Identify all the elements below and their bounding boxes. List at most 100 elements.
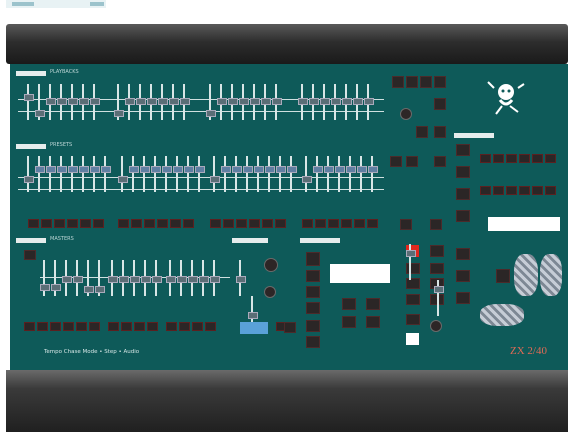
flash-button[interactable] — [354, 219, 365, 228]
flash-button[interactable] — [67, 219, 78, 228]
cluster-button[interactable] — [420, 76, 432, 88]
master-fader[interactable] — [62, 260, 72, 296]
preset-fader[interactable] — [368, 156, 378, 192]
flash-button[interactable] — [131, 219, 142, 228]
window-tab[interactable] — [12, 2, 34, 6]
preset-fader[interactable] — [232, 156, 242, 192]
cluster-button[interactable] — [434, 98, 446, 110]
fixture-select-button[interactable] — [506, 186, 517, 195]
flash-button[interactable] — [341, 219, 352, 228]
trackball-icon[interactable] — [480, 304, 524, 326]
preset-fader[interactable] — [324, 156, 334, 192]
preset-fader[interactable] — [101, 156, 111, 192]
master-flash-button[interactable] — [37, 322, 48, 331]
master-fader[interactable] — [95, 260, 105, 296]
preset-fader[interactable] — [35, 156, 45, 192]
fixture-button[interactable] — [456, 248, 470, 260]
flash-button[interactable] — [170, 219, 181, 228]
preset-fader[interactable] — [173, 156, 183, 192]
preset-fader[interactable] — [221, 156, 231, 192]
preset-fader[interactable] — [313, 156, 323, 192]
playback-fader[interactable] — [147, 84, 157, 120]
preset-fader[interactable] — [265, 156, 275, 192]
preset-fader[interactable] — [335, 156, 345, 192]
fixture-button[interactable] — [456, 292, 470, 304]
flash-button[interactable] — [41, 219, 52, 228]
master-fader[interactable] — [188, 260, 198, 296]
preset-fader[interactable] — [357, 156, 367, 192]
playback-fader[interactable] — [298, 84, 308, 120]
playback-fader[interactable] — [114, 84, 124, 120]
function-button[interactable] — [406, 294, 420, 305]
preset-fader[interactable] — [184, 156, 194, 192]
flash-button[interactable] — [118, 219, 129, 228]
preset-fader[interactable] — [118, 156, 128, 192]
cluster-button[interactable] — [406, 156, 418, 167]
flash-button[interactable] — [315, 219, 326, 228]
preset-fader[interactable] — [243, 156, 253, 192]
fixture-select-button[interactable] — [493, 154, 504, 163]
fixture-select-button[interactable] — [480, 186, 491, 195]
menu-button[interactable] — [342, 298, 356, 310]
master-flash-button[interactable] — [205, 322, 216, 331]
preset-fader[interactable] — [57, 156, 67, 192]
flash-button[interactable] — [54, 219, 65, 228]
playback-fader[interactable] — [46, 84, 56, 120]
function-button[interactable] — [430, 263, 444, 274]
fixture-select-button[interactable] — [506, 154, 517, 163]
playback-fader[interactable] — [364, 84, 374, 120]
master-flash-button[interactable] — [134, 322, 145, 331]
master-select-button[interactable] — [24, 250, 36, 260]
playback-fader[interactable] — [250, 84, 260, 120]
program-button[interactable] — [306, 336, 320, 348]
fixture-select-button[interactable] — [519, 154, 530, 163]
playback-fader[interactable] — [35, 84, 45, 120]
preset-fader[interactable] — [302, 156, 312, 192]
master-flash-button[interactable] — [89, 322, 100, 331]
chase-tap-button[interactable] — [240, 322, 268, 334]
master-fader[interactable] — [108, 260, 118, 296]
preset-fader[interactable] — [195, 156, 205, 192]
playback-fader[interactable] — [158, 84, 168, 120]
fixture-button[interactable] — [456, 210, 470, 222]
master-fader[interactable] — [199, 260, 209, 296]
preset-fader[interactable] — [24, 156, 34, 192]
chase-rate-knob[interactable] — [264, 286, 276, 298]
preset-fader[interactable] — [129, 156, 139, 192]
master-flash-button[interactable] — [24, 322, 35, 331]
playback-fader[interactable] — [68, 84, 78, 120]
wheel-select-button[interactable] — [496, 269, 510, 283]
grand-master-fader[interactable] — [406, 244, 416, 280]
fixture-select-button[interactable] — [519, 186, 530, 195]
master-fader[interactable] — [141, 260, 151, 296]
flash-button[interactable] — [236, 219, 247, 228]
flash-button[interactable] — [275, 219, 286, 228]
fixture-select-button[interactable] — [493, 186, 504, 195]
program-button[interactable] — [306, 320, 320, 332]
preset-fader[interactable] — [287, 156, 297, 192]
preset-fader[interactable] — [276, 156, 286, 192]
flash-button[interactable] — [302, 219, 313, 228]
flash-button[interactable] — [210, 219, 221, 228]
program-button[interactable] — [306, 302, 320, 314]
master-fader[interactable] — [119, 260, 129, 296]
flash-button[interactable] — [249, 219, 260, 228]
flash-button[interactable] — [367, 219, 378, 228]
master-fader[interactable] — [84, 260, 94, 296]
master-fader[interactable] — [152, 260, 162, 296]
function-knob[interactable] — [430, 320, 442, 332]
playback-fader[interactable] — [79, 84, 89, 120]
fixture-button[interactable] — [456, 270, 470, 282]
flash-button[interactable] — [144, 219, 155, 228]
flash-button[interactable] — [183, 219, 194, 228]
master-fader[interactable] — [51, 260, 61, 296]
master-flash-button[interactable] — [192, 322, 203, 331]
fixture-select-button[interactable] — [545, 154, 556, 163]
cluster-button[interactable] — [390, 156, 402, 167]
flash-button[interactable] — [157, 219, 168, 228]
fixture-select-button[interactable] — [532, 186, 543, 195]
playback-fader[interactable] — [331, 84, 341, 120]
fixture-button[interactable] — [456, 188, 470, 200]
preset-fader[interactable] — [68, 156, 78, 192]
master-flash-button[interactable] — [147, 322, 158, 331]
